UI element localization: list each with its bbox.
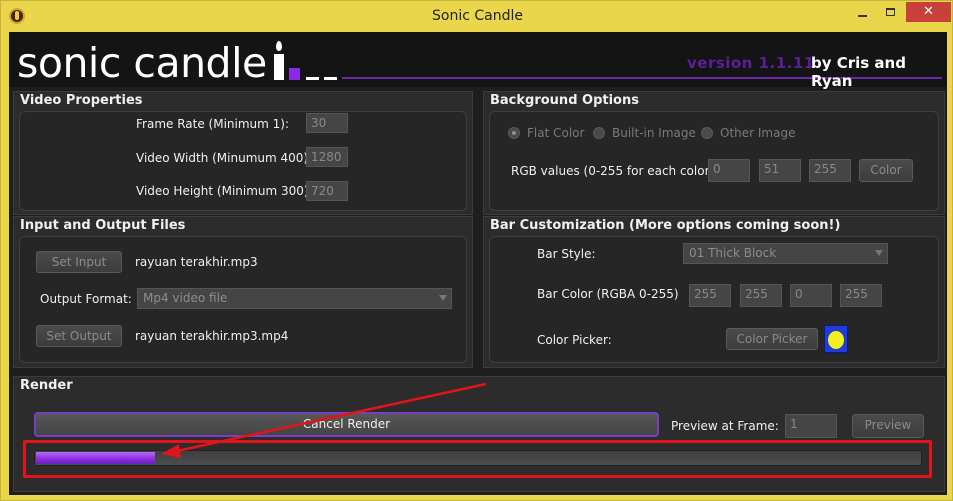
- candle-logo-icon: [272, 41, 347, 81]
- color-picker-button[interactable]: Color Picker: [726, 328, 818, 350]
- panel-title: Render: [20, 378, 73, 393]
- panel-title: Input and Output Files: [20, 218, 186, 233]
- output-file-label: rayuan terakhir.mp3.mp4: [135, 329, 289, 343]
- logo-text: sonic candle: [17, 39, 267, 87]
- frame-rate-label: Frame Rate (Minimum 1):: [136, 117, 289, 131]
- preview-frame-input[interactable]: 1: [785, 414, 837, 438]
- output-format-value: Mp4 video file: [143, 291, 228, 305]
- bar-green-input[interactable]: 255: [740, 284, 782, 307]
- video-width-input[interactable]: 1280: [306, 147, 348, 167]
- video-height-input[interactable]: 720: [306, 181, 348, 201]
- close-icon: ✕: [923, 4, 934, 19]
- minimize-button[interactable]: [849, 2, 875, 22]
- bg-green-input[interactable]: 51: [759, 159, 801, 182]
- video-width-label: Video Width (Minumum 400):: [136, 151, 313, 165]
- color-dot-icon: [828, 331, 844, 349]
- bar-style-select[interactable]: 01 Thick Block: [683, 243, 888, 264]
- output-format-select[interactable]: Mp4 video file: [137, 288, 452, 309]
- video-height-label: Video Height (Minimum 300):: [136, 184, 313, 198]
- cancel-render-button[interactable]: Cancel Render: [34, 412, 659, 437]
- minimize-icon: [857, 14, 867, 17]
- other-image-radio[interactable]: [701, 127, 713, 139]
- version-label: version 1.1.11: [687, 54, 815, 72]
- bar-color-label: Bar Color (RGBA 0-255): [537, 287, 679, 301]
- preview-frame-label: Preview at Frame:: [671, 419, 779, 433]
- bar-alpha-input[interactable]: 255: [840, 284, 882, 307]
- builtin-image-label: Built-in Image: [612, 126, 696, 140]
- bg-color-button[interactable]: Color: [859, 159, 913, 182]
- output-format-label: Output Format:: [40, 292, 132, 306]
- io-files-panel: Input and Output Files Set Input rayuan …: [13, 216, 473, 368]
- video-properties-panel: Video Properties Frame Rate (Minimum 1):…: [13, 91, 473, 215]
- window-title: Sonic Candle: [432, 8, 523, 24]
- preview-button[interactable]: Preview: [852, 414, 924, 438]
- color-picker-label: Color Picker:: [537, 333, 612, 347]
- other-image-label: Other Image: [720, 126, 796, 140]
- builtin-image-radio[interactable]: [593, 127, 605, 139]
- maximize-button[interactable]: [877, 2, 903, 22]
- bar-style-label: Bar Style:: [537, 247, 596, 261]
- bg-blue-input[interactable]: 255: [809, 159, 851, 182]
- frame-rate-input[interactable]: 30: [306, 113, 348, 133]
- bar-blue-input[interactable]: 0: [790, 284, 832, 307]
- set-output-button[interactable]: Set Output: [36, 325, 122, 347]
- bar-red-input[interactable]: 255: [689, 284, 731, 307]
- title-bar[interactable]: Sonic Candle ✕: [1, 1, 953, 32]
- panel-title: Bar Customization (More options coming s…: [490, 218, 841, 233]
- input-file-label: rayuan terakhir.mp3: [135, 255, 258, 269]
- chevron-down-icon: [875, 250, 883, 256]
- bar-customization-panel: Bar Customization (More options coming s…: [483, 216, 945, 368]
- annotation-highlight-box: [23, 440, 932, 478]
- panel-title: Video Properties: [20, 93, 143, 108]
- set-input-button[interactable]: Set Input: [36, 251, 122, 273]
- app-content: sonic candle version 1.1.11 by Cris and …: [9, 32, 947, 495]
- chevron-down-icon: [439, 295, 447, 301]
- maximize-icon: [885, 7, 895, 16]
- panel-title: Background Options: [490, 93, 639, 108]
- close-button[interactable]: ✕: [906, 2, 951, 22]
- bar-style-value: 01 Thick Block: [689, 246, 777, 260]
- header: sonic candle version 1.1.11 by Cris and …: [9, 32, 947, 90]
- color-swatch[interactable]: [824, 325, 848, 353]
- flat-color-label: Flat Color: [527, 126, 585, 140]
- bg-red-input[interactable]: 0: [708, 159, 750, 182]
- background-options-panel: Background Options Flat Color Built-in I…: [483, 91, 945, 215]
- rgb-values-label: RGB values (0-255 for each color):: [511, 164, 719, 178]
- app-window: Sonic Candle ✕ sonic candle version 1.1.…: [0, 0, 953, 501]
- authors-label: by Cris and Ryan: [811, 54, 906, 90]
- flat-color-radio[interactable]: [508, 127, 520, 139]
